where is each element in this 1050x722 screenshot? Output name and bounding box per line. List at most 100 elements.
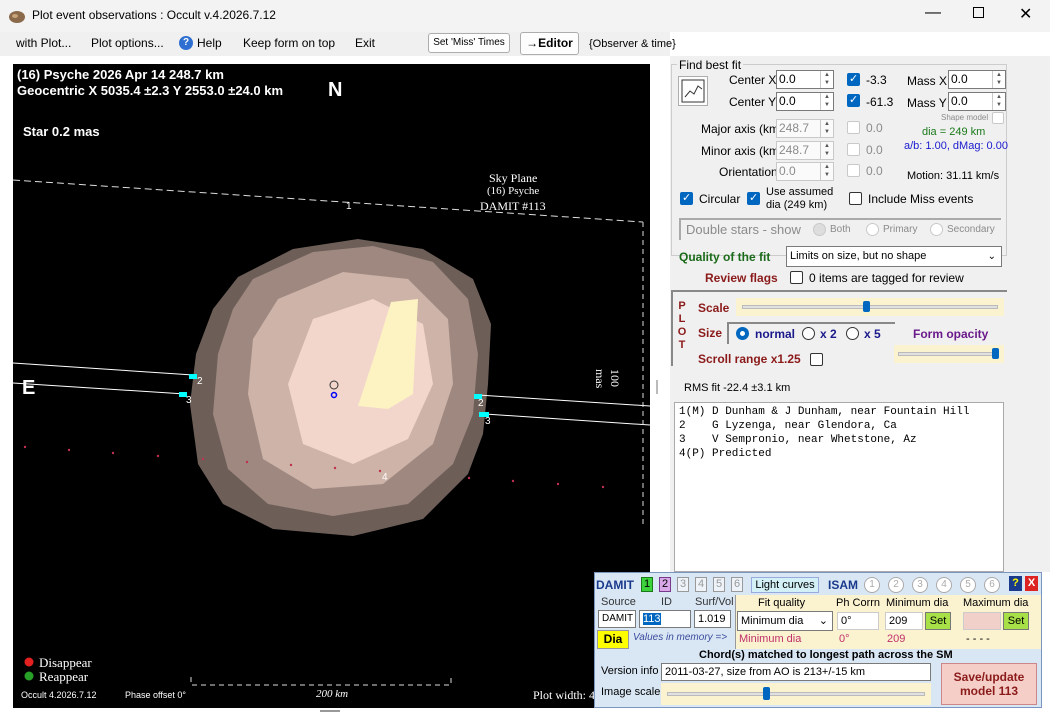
image-scale-slider[interactable] xyxy=(661,683,931,705)
ph-corrn-field[interactable]: 0° xyxy=(837,612,879,630)
help-icon[interactable]: ? xyxy=(179,36,193,50)
isam-model-4[interactable]: 4 xyxy=(936,577,952,593)
circular-checkbox[interactable] xyxy=(680,191,693,205)
isam-model-1[interactable]: 1 xyxy=(864,577,880,593)
list-item[interactable]: 2 G Lyzenga, near Glendora, Ca xyxy=(679,419,1003,433)
use-assumed-label-2: dia (249 km) xyxy=(766,199,828,211)
max-dia-field[interactable] xyxy=(963,612,1001,630)
values-in-memory-label: Values in memory => xyxy=(633,632,728,643)
maximize-icon[interactable] xyxy=(973,7,984,18)
plot-canvas xyxy=(13,179,650,686)
orientation-input[interactable]: 0.0 ▲ ▼ xyxy=(776,162,834,181)
km-scale-bar xyxy=(190,677,452,686)
minor-axis-input[interactable]: 248.7 ▲ ▼ xyxy=(776,141,834,160)
form-opacity-thumb[interactable] xyxy=(992,348,999,359)
scroll-range-checkbox[interactable] xyxy=(810,353,823,366)
close-panel-button[interactable]: X xyxy=(1025,576,1038,591)
isam-model-6[interactable]: 6 xyxy=(984,577,1000,593)
center-x-input[interactable]: 0.0 ▲ ▼ xyxy=(776,70,834,89)
save-update-model-button[interactable]: Save/update model 113 xyxy=(941,663,1037,705)
chord-label-3: 3 xyxy=(186,395,192,406)
list-item[interactable]: 4(P) Predicted xyxy=(679,447,1003,461)
close-icon[interactable]: ✕ xyxy=(1019,4,1032,24)
form-opacity-slider[interactable] xyxy=(894,345,1004,363)
size-normal-radio[interactable] xyxy=(736,327,749,340)
isam-model-2[interactable]: 2 xyxy=(888,577,904,593)
version-info-field[interactable]: 2011-03-27, size from AO is 213+/-15 km xyxy=(661,663,931,681)
damit-model-6[interactable]: 6 xyxy=(731,577,743,592)
center-y-checkbox[interactable] xyxy=(847,93,860,107)
id-field[interactable]: 113 xyxy=(639,610,691,628)
major-axis-checkbox[interactable] xyxy=(847,121,860,134)
mass-x-input[interactable]: 0.0 ▲ ▼ xyxy=(948,70,1006,89)
damit-model-2[interactable]: 2 xyxy=(659,577,671,592)
source-label: Source xyxy=(601,596,636,608)
include-miss-checkbox[interactable] xyxy=(849,192,862,205)
minor-axis-checkbox[interactable] xyxy=(847,143,860,156)
shape-model-checkbox[interactable] xyxy=(992,112,1004,124)
size-x2-radio[interactable] xyxy=(802,327,815,340)
shape-model-label: Shape model xyxy=(941,113,989,122)
source-field[interactable]: DAMIT xyxy=(598,610,636,628)
help-button[interactable]: ? xyxy=(1009,576,1022,591)
set-miss-times-button[interactable]: Set 'Miss' Times xyxy=(428,33,510,53)
observer-time-label: {Observer & time} xyxy=(589,38,676,50)
plot-vertical-label: PLOT xyxy=(677,300,687,351)
image-scale-thumb[interactable] xyxy=(763,687,770,700)
list-item[interactable]: 3 V Sempronio, near Whetstone, Az xyxy=(679,433,1003,447)
review-flags-checkbox[interactable] xyxy=(790,271,803,284)
isam-model-5[interactable]: 5 xyxy=(960,577,976,593)
id-label: ID xyxy=(661,596,672,608)
dia-button[interactable]: Dia xyxy=(597,630,629,649)
menu-plot-options[interactable]: Plot options... xyxy=(91,36,164,50)
minimize-icon[interactable]: — xyxy=(925,4,941,22)
disappear-dot xyxy=(24,657,34,667)
damit-model-5[interactable]: 5 xyxy=(713,577,725,592)
menu-help[interactable]: Help xyxy=(197,36,222,50)
ph-corrn-label: Ph Corrn xyxy=(836,597,881,609)
double-secondary-radio[interactable] xyxy=(930,223,943,236)
double-both-radio[interactable] xyxy=(813,223,826,236)
center-y-input[interactable]: 0.0 ▲ ▼ xyxy=(776,92,834,111)
major-axis-label: Major axis (km) xyxy=(701,122,784,136)
editor-button[interactable]: →Editor xyxy=(520,32,579,55)
minor-axis-check-value: 0.0 xyxy=(866,143,883,157)
damit-model-3[interactable]: 3 xyxy=(677,577,689,592)
menu-with-plot[interactable]: with Plot... xyxy=(16,36,71,50)
chord-line-3 xyxy=(13,382,186,395)
double-primary-radio[interactable] xyxy=(866,223,879,236)
scale-slider-thumb[interactable] xyxy=(863,301,870,312)
center-x-checkbox[interactable] xyxy=(847,72,860,86)
mass-y-input[interactable]: 0.0 ▲ ▼ xyxy=(948,92,1006,111)
list-item[interactable]: 1(M) D Dunham & J Dunham, near Fountain … xyxy=(679,405,1003,419)
splitter-grip-vertical[interactable] xyxy=(656,380,658,394)
plot-area[interactable]: (16) Psyche 2026 Apr 14 248.7 km Geocent… xyxy=(13,64,650,708)
major-axis-check-value: 0.0 xyxy=(866,121,883,135)
orientation-checkbox[interactable] xyxy=(847,164,860,177)
isam-model-3[interactable]: 3 xyxy=(912,577,928,593)
use-assumed-checkbox[interactable] xyxy=(747,191,760,205)
scale-slider[interactable] xyxy=(736,298,1004,316)
set-min-dia-button[interactable]: Set xyxy=(925,612,951,630)
damit-model-1[interactable]: 1 xyxy=(641,577,653,592)
damit-model-4[interactable]: 4 xyxy=(695,577,707,592)
fit-quality-label: Fit quality xyxy=(758,597,806,609)
quality-select[interactable]: Limits on size, but no shape ⌄ xyxy=(786,246,1002,267)
size-x5-radio[interactable] xyxy=(846,327,859,340)
menu-exit[interactable]: Exit xyxy=(355,36,375,50)
best-fit-button[interactable] xyxy=(678,76,708,106)
splitter-grip[interactable] xyxy=(320,710,340,712)
center-x-label: Center X xyxy=(729,73,777,87)
observers-list[interactable]: 1(M) D Dunham & J Dunham, near Fountain … xyxy=(674,402,1004,572)
find-best-fit-label: Find best fit xyxy=(677,58,744,72)
surf-vol-label: Surf/Vol xyxy=(695,596,734,608)
min-dia-field[interactable]: 209 xyxy=(885,612,923,630)
fit-quality-select[interactable]: Minimum dia ⌄ xyxy=(737,611,833,631)
light-curves-button[interactable]: Light curves xyxy=(751,577,819,593)
menu-keep-on-top[interactable]: Keep form on top xyxy=(243,36,335,50)
set-max-dia-button[interactable]: Set xyxy=(1003,612,1029,630)
scale-label: Scale xyxy=(698,301,730,315)
major-axis-input[interactable]: 248.7 ▲ ▼ xyxy=(776,119,834,138)
surf-vol-field[interactable]: 1.019 xyxy=(694,610,731,628)
motion-readout: Motion: 31.11 km/s xyxy=(907,170,1000,182)
